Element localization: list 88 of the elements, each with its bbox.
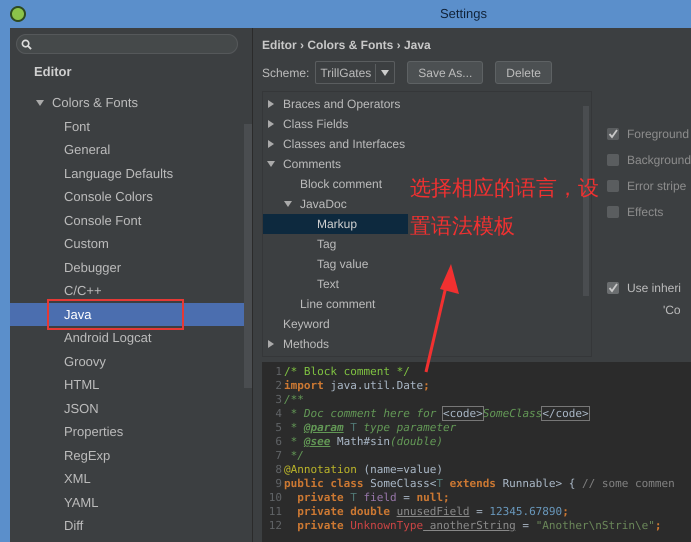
tree-item[interactable]: Braces and Operators [263, 94, 408, 114]
line-number: 8 [274, 463, 283, 477]
code-line: private double unusedField = 12345.67890; [296, 505, 569, 519]
search-field[interactable] [16, 34, 238, 54]
tree-item[interactable]: Comments [263, 154, 408, 174]
scheme-button[interactable]: Save As... [407, 61, 484, 84]
checkbox[interactable] [606, 128, 619, 140]
tree-item[interactable]: Language Defaults [10, 162, 244, 185]
tree-item[interactable]: C/C++ [10, 279, 244, 302]
option-label: Use inheri [626, 280, 681, 297]
tree-item[interactable]: Java [10, 302, 244, 326]
expand-triangle-icon[interactable] [267, 160, 275, 168]
line-number: 3 [274, 393, 283, 407]
line-number: 5 [274, 421, 283, 435]
code-line: * Doc comment here for <code>SomeClass</code> [290, 407, 589, 421]
line-number: 12 [268, 519, 283, 533]
code-line: * @param T type parameter [290, 421, 456, 435]
checkbox[interactable] [606, 154, 619, 166]
section-heading: Editor [34, 64, 73, 80]
tree-item[interactable]: Tag [263, 234, 408, 254]
code-line: */ [290, 449, 304, 463]
annotation-text: 选择相应的语言，设 置语法模板 [410, 176, 599, 240]
tree-item[interactable]: Diff [10, 514, 244, 538]
tree-item[interactable]: Line comment [263, 294, 408, 314]
tree-item[interactable]: Colors & Fonts [52, 93, 138, 112]
tree-item[interactable]: Methods [263, 334, 408, 354]
collapse-triangle-icon[interactable] [267, 340, 275, 348]
tree-item[interactable]: Classes and Interfaces [263, 134, 412, 154]
tree-item[interactable]: General [10, 138, 244, 162]
tree-item[interactable]: Keyword [263, 314, 408, 334]
code-line: /** [284, 393, 304, 407]
line-number: 4 [274, 407, 283, 421]
code-line: private T field = null; [296, 491, 450, 505]
tree-item[interactable]: JavaDoc [263, 194, 408, 214]
line-number: 9 [274, 477, 283, 491]
tree-item[interactable]: Console Font [10, 208, 244, 232]
tree-item[interactable]: Class Fields [263, 114, 408, 134]
tree-item[interactable]: XML [10, 467, 244, 490]
breadcrumb: Editor › Colors & Fonts › Java [262, 37, 432, 53]
tree-item[interactable]: Console Colors [10, 185, 244, 208]
collapse-triangle-icon[interactable] [267, 120, 275, 128]
option-label: Effects [626, 204, 664, 221]
tree-item[interactable]: YAML [10, 490, 244, 514]
line-number: 7 [274, 449, 283, 463]
tree-item[interactable]: Properties [10, 420, 244, 444]
inherit-note: 'Co [662, 302, 682, 319]
tree-item[interactable]: Font [10, 114, 244, 138]
code-line: @Annotation (name=value) [284, 463, 443, 477]
line-number: 10 [268, 491, 283, 505]
code-line: public class SomeClass<T extends Runnable> { // some commen [284, 477, 675, 491]
tree-item[interactable]: JSON [10, 396, 244, 420]
tree-item[interactable]: Debugger [10, 256, 244, 279]
tree-item[interactable]: Custom [10, 232, 244, 256]
tree-item[interactable]: HTML [10, 373, 244, 396]
code-line: private UnknownType anotherString = "Another\nStrin\e"; [296, 519, 662, 533]
line-number: 2 [274, 379, 283, 393]
code-line: * @see Math#sin(double) [290, 435, 443, 449]
window-title: Settings [440, 5, 487, 24]
option-label: Foreground [626, 126, 689, 143]
collapse-triangle-icon[interactable] [267, 140, 275, 148]
checkbox[interactable] [606, 282, 619, 294]
search-icon [21, 38, 32, 50]
expand-triangle-icon[interactable] [36, 98, 44, 107]
scheme-label: Scheme: [262, 64, 310, 82]
checkbox[interactable] [606, 180, 619, 192]
code-line: /* Block comment */ [284, 365, 410, 379]
tree-item[interactable]: Android Logcat [10, 326, 244, 350]
checkbox[interactable] [606, 206, 619, 218]
tree-item[interactable]: Groovy [10, 350, 244, 373]
arrow-icon [422, 262, 462, 374]
option-label: Error stripe [626, 178, 686, 195]
code-line: import java.util.Date; [284, 379, 430, 393]
line-number: 1 [274, 365, 283, 379]
tree-item[interactable]: Tag value [263, 254, 408, 274]
scheme-button[interactable]: Delete [495, 61, 552, 84]
tree-item[interactable]: RegExp [10, 444, 244, 467]
collapse-triangle-icon[interactable] [267, 100, 275, 108]
app-icon [10, 6, 26, 22]
tree-item[interactable]: Markup [263, 214, 408, 234]
line-number: 11 [268, 505, 283, 519]
scheme-dropdown[interactable]: TrillGates [315, 61, 396, 84]
tree-item[interactable]: Block comment [263, 174, 408, 194]
scrollbar[interactable] [244, 124, 252, 388]
tree-item[interactable]: Text [263, 274, 408, 294]
dropdown-caret-icon [381, 70, 390, 76]
expand-triangle-icon[interactable] [284, 200, 292, 208]
line-number: 6 [274, 435, 283, 449]
option-label: Background [626, 152, 691, 169]
